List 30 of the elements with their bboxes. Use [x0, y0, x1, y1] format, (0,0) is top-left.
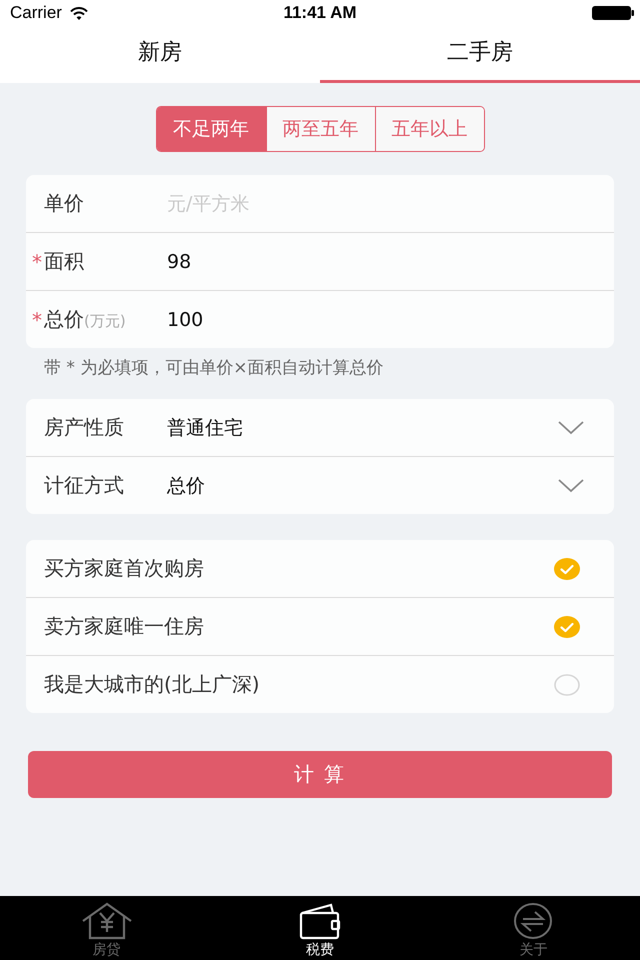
- dropdown-value[interactable]: 总价: [167, 472, 558, 498]
- option-label: 买方家庭首次购房: [44, 555, 205, 582]
- checkbox[interactable]: [554, 616, 580, 638]
- wallet-icon: [298, 902, 341, 940]
- input-field[interactable]: 100: [167, 304, 584, 334]
- field-label: 房产性质: [44, 414, 124, 441]
- battery-icon: [592, 6, 634, 20]
- chevron-down-icon[interactable]: [558, 478, 584, 492]
- field-label: 面积: [44, 248, 84, 275]
- option-label: 我是大城市的(北上广深): [44, 671, 261, 698]
- segment-button[interactable]: 不足两年: [156, 107, 266, 151]
- carrier-name: Carrier: [10, 3, 62, 23]
- status-time: 11:41 AM: [282, 3, 358, 23]
- checkbox[interactable]: [554, 558, 580, 580]
- option-label: 卖方家庭唯一住房: [44, 613, 205, 640]
- required-mark: *: [32, 252, 42, 272]
- field-label: 计征方式: [44, 472, 124, 499]
- field-label: 单价: [44, 190, 84, 217]
- field-label: 总价: [44, 306, 84, 333]
- chevron-down-icon[interactable]: [558, 420, 584, 434]
- house-icon: [80, 902, 133, 940]
- unit-label: (万元): [84, 312, 126, 331]
- input-field[interactable]: 98: [167, 246, 584, 276]
- calculate-button[interactable]: 计 算: [28, 751, 612, 798]
- checkbox[interactable]: [554, 674, 580, 696]
- dropdown-value[interactable]: 普通住宅: [167, 414, 558, 440]
- circle-arrows-icon: [513, 902, 554, 940]
- wifi-icon: [70, 6, 88, 20]
- required-mark: *: [32, 310, 42, 330]
- hint-text: 带 * 为必填项，可由单价×面积自动计算总价: [43, 357, 385, 380]
